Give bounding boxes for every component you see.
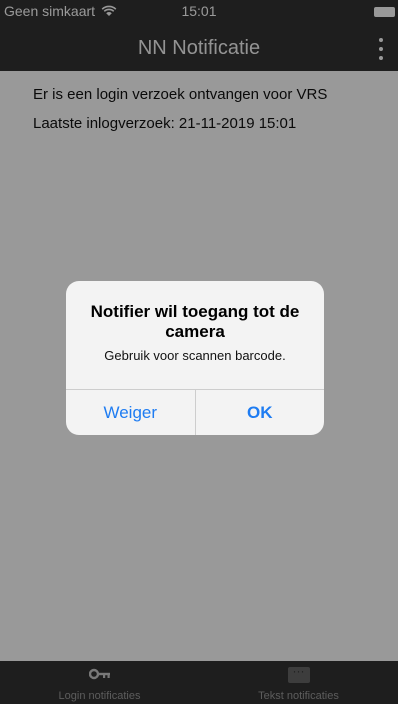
dialog-button-row: Weiger OK xyxy=(66,389,324,435)
camera-permission-dialog: Notifier wil toegang tot de camera Gebru… xyxy=(66,281,324,435)
dialog-message: Gebruik voor scannen barcode. xyxy=(104,348,286,363)
deny-button[interactable]: Weiger xyxy=(66,390,195,435)
ok-button[interactable]: OK xyxy=(196,390,325,435)
dialog-title: Notifier wil toegang tot de camera xyxy=(90,302,300,341)
app-screen: Geen simkaart 15:01 NN Notificatie Er is… xyxy=(0,0,398,704)
